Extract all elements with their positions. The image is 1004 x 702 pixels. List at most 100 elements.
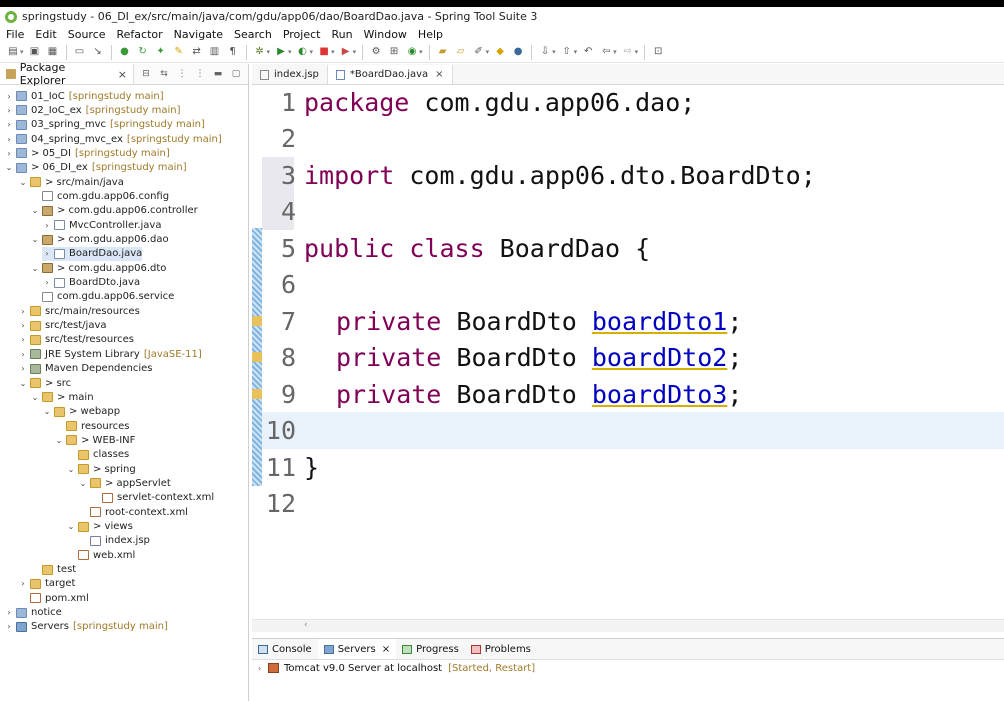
tab-problems[interactable]: Problems: [465, 639, 537, 659]
coverage-icon[interactable]: ◐: [296, 45, 310, 59]
code-line-class-decl[interactable]: public class BoardDao {: [304, 230, 650, 267]
menu-file[interactable]: File: [0, 28, 29, 41]
tree-item[interactable]: › 02_IoC_ex [springstudy main]: [4, 103, 180, 117]
tree-item[interactable]: ⌄ > spring: [66, 462, 136, 476]
tab-console[interactable]: Console: [252, 639, 318, 659]
forward-dropdown-icon[interactable]: ▾: [635, 48, 639, 56]
tree-item[interactable]: › target: [18, 577, 75, 591]
forward-icon[interactable]: ⇨: [621, 45, 635, 59]
toggle-highlight-icon[interactable]: ⇄: [190, 45, 204, 59]
expand-arrow-icon[interactable]: ›: [18, 321, 28, 330]
code-line-package[interactable]: package com.gdu.app06.dao;: [304, 84, 695, 121]
new-icon[interactable]: ▤: [6, 45, 20, 59]
tree-item[interactable]: › src/main/resources: [18, 304, 139, 318]
collapse-all-icon[interactable]: ⊟: [140, 68, 152, 80]
tree-item[interactable]: › notice: [4, 606, 61, 620]
expand-arrow-icon[interactable]: ⌄: [66, 465, 76, 474]
server-row-tomcat[interactable]: › Tomcat v9.0 Server at localhost [Start…: [252, 660, 1004, 676]
next-annotation-icon[interactable]: ⇩: [538, 45, 552, 59]
back-icon[interactable]: ⇦: [599, 45, 613, 59]
toggle-mark-icon[interactable]: ✎: [172, 45, 186, 59]
tree-item[interactable]: › Servers [springstudy main]: [4, 620, 167, 634]
menu-project[interactable]: Project: [277, 28, 326, 41]
expand-arrow-icon[interactable]: ›: [4, 120, 14, 129]
skip-breakpoints-icon[interactable]: ↘: [91, 45, 105, 59]
spring-icon[interactable]: ✦: [154, 45, 168, 59]
scroll-left-icon[interactable]: ‹: [304, 620, 308, 630]
warning-marker-icon[interactable]: [252, 352, 262, 362]
expand-arrow-icon[interactable]: ›: [18, 335, 28, 344]
stop-dropdown-icon[interactable]: ▾: [331, 48, 335, 56]
tree-item[interactable]: ⌄ > 06_DI_ex [springstudy main]: [4, 161, 187, 175]
tree-item[interactable]: › 03_spring_mvc [springstudy main]: [4, 118, 204, 132]
annotation-icon[interactable]: ◆: [493, 45, 507, 59]
expand-arrow-icon[interactable]: ›: [18, 364, 28, 373]
tree-item[interactable]: ⌄ > com.gdu.app06.dto: [30, 261, 167, 275]
expand-arrow-icon[interactable]: ›: [42, 221, 52, 230]
external-tools-dropdown-icon[interactable]: ▾: [353, 48, 357, 56]
previous-annotation-dropdown-icon[interactable]: ▾: [574, 48, 578, 56]
save-all-icon[interactable]: ▦: [46, 45, 60, 59]
tree-item[interactable]: ⌄ > views: [66, 520, 133, 534]
tree-item[interactable]: com.gdu.app06.service: [30, 290, 174, 304]
menu-edit[interactable]: Edit: [29, 28, 61, 41]
expand-arrow-icon[interactable]: ⌄: [30, 206, 40, 215]
expand-arrow-icon[interactable]: ›: [4, 135, 14, 144]
menu-navigate[interactable]: Navigate: [168, 28, 228, 41]
tree-item[interactable]: ⌄ > src/main/java: [18, 175, 124, 189]
run-icon[interactable]: ▶: [274, 45, 288, 59]
tree-item[interactable]: test: [30, 563, 76, 577]
search-dropdown-icon[interactable]: ▾: [486, 48, 490, 56]
tree-item[interactable]: ⌄ > main: [30, 390, 94, 404]
tree-item[interactable]: servlet-context.xml: [90, 491, 214, 505]
previous-annotation-icon[interactable]: ⇧: [560, 45, 574, 59]
save-icon[interactable]: ▣: [28, 45, 42, 59]
tree-item[interactable]: web.xml: [66, 548, 135, 562]
coverage-dropdown-icon[interactable]: ▾: [310, 48, 314, 56]
expand-arrow-icon[interactable]: ›: [4, 608, 14, 617]
expand-arrow-icon[interactable]: ›: [4, 149, 14, 158]
expand-arrow-icon[interactable]: ⌄: [66, 522, 76, 531]
tree-item[interactable]: com.gdu.app06.config: [30, 189, 169, 203]
tree-item[interactable]: classes: [66, 448, 129, 462]
tree-item[interactable]: › MvcController.java: [42, 218, 161, 232]
tab-index-jsp[interactable]: index.jsp: [252, 65, 328, 84]
tree-item[interactable]: › 04_spring_mvc_ex [springstudy main]: [4, 132, 221, 146]
expand-arrow-icon[interactable]: ⌄: [30, 393, 40, 402]
expand-arrow-icon[interactable]: ⌄: [18, 379, 28, 388]
tab-package-explorer[interactable]: Package Explorer ×: [0, 61, 134, 87]
code-line-field-2[interactable]: private BoardDto boardDto2;: [336, 339, 742, 376]
tree-item[interactable]: pom.xml: [18, 591, 89, 605]
expand-arrow-icon[interactable]: ⌄: [4, 163, 14, 172]
menu-run[interactable]: Run: [325, 28, 357, 41]
tab-boarddao-java[interactable]: *BoardDao.java ×: [327, 65, 453, 84]
debug-icon[interactable]: ✲: [253, 45, 267, 59]
code-line-field-1[interactable]: private BoardDto boardDto1;: [336, 303, 742, 340]
back-dropdown-icon[interactable]: ▾: [613, 48, 617, 56]
external-tools-icon[interactable]: ▶: [339, 45, 353, 59]
expand-arrow-icon[interactable]: ⌄: [18, 178, 28, 187]
stop-icon[interactable]: ■: [317, 45, 331, 59]
expand-arrow-icon[interactable]: ›: [18, 579, 28, 588]
link-with-editor-icon[interactable]: ⇆: [158, 68, 170, 80]
tree-item[interactable]: › > 05_DI [springstudy main]: [4, 146, 169, 160]
warning-marker-icon[interactable]: [252, 316, 262, 326]
tree-item[interactable]: ⌄ > webapp: [42, 405, 120, 419]
debug-dropdown-icon[interactable]: ▾: [267, 48, 271, 56]
block-select-icon[interactable]: ▥: [208, 45, 222, 59]
open-task-icon[interactable]: ▱: [454, 45, 468, 59]
expand-arrow-icon[interactable]: ›: [18, 350, 28, 359]
tab-servers[interactable]: Servers ×: [317, 639, 397, 659]
tab-progress[interactable]: Progress: [396, 639, 465, 659]
new-java-project-icon[interactable]: ⚙: [369, 45, 383, 59]
tree-item[interactable]: resources: [54, 419, 129, 433]
filters-icon[interactable]: ⋮: [176, 68, 188, 80]
view-menu-icon[interactable]: ⋮: [194, 68, 206, 80]
tree-item[interactable]: › Maven Dependencies: [18, 362, 152, 376]
open-perspective-icon[interactable]: ⊡: [651, 45, 665, 59]
code-line-field-3[interactable]: private BoardDto boardDto3;: [336, 376, 742, 413]
tree-item[interactable]: › 01_IoC [springstudy main]: [4, 89, 163, 103]
tree-item[interactable]: › BoardDto.java: [42, 276, 140, 290]
last-edit-location-icon[interactable]: ↶: [581, 45, 595, 59]
run-dropdown-icon[interactable]: ▾: [288, 48, 292, 56]
